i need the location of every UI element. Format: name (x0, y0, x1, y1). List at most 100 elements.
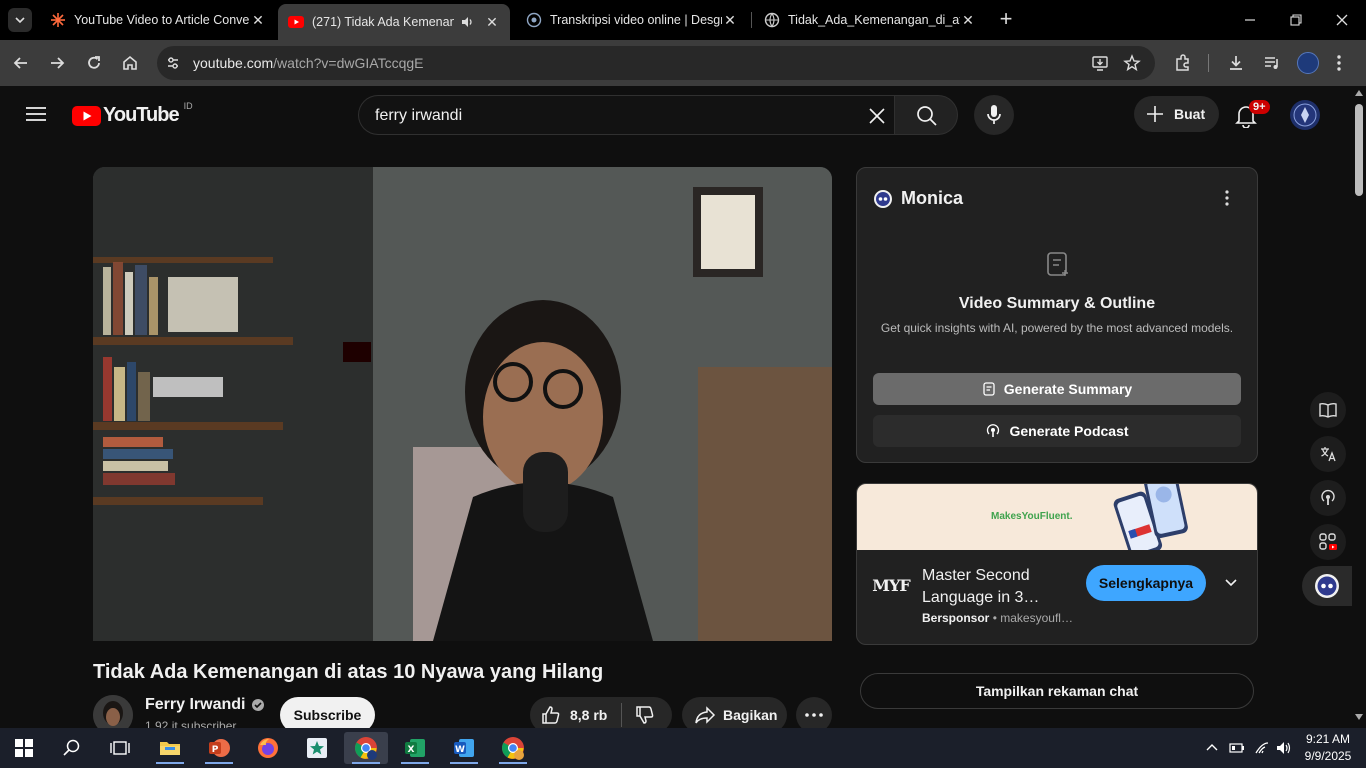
forward-icon[interactable] (48, 54, 66, 72)
youtube-logo[interactable]: YouTube ID (72, 101, 193, 127)
home-icon[interactable] (121, 54, 139, 72)
side-podcast-button[interactable] (1310, 480, 1346, 516)
more-horizontal-icon (805, 713, 823, 717)
download-icon[interactable] (1226, 53, 1246, 73)
like-button[interactable]: 8,8 rb (530, 697, 607, 728)
taskbar-chrome-profile[interactable] (491, 732, 535, 764)
tab-transkripsi[interactable]: Transkripsi video online | Desgr ✕ (516, 6, 748, 34)
side-translate-button[interactable] (1310, 436, 1346, 472)
battery-icon[interactable] (1229, 741, 1245, 755)
restore-button[interactable] (1286, 10, 1306, 30)
page-scrollbar[interactable] (1352, 86, 1366, 728)
scrollbar-thumb[interactable] (1355, 104, 1363, 196)
wifi-icon[interactable] (1254, 740, 1270, 756)
site-settings-icon[interactable] (165, 55, 181, 71)
chat-replay-button[interactable]: Tampilkan rekaman chat (860, 673, 1254, 709)
taskbar-search-button[interactable] (50, 732, 94, 764)
scroll-up-icon[interactable] (1355, 90, 1363, 96)
channel-avatar[interactable] (93, 695, 133, 728)
scroll-down-icon[interactable] (1355, 714, 1363, 720)
taskbar-explorer[interactable] (148, 732, 192, 764)
media-control-icon[interactable] (1262, 53, 1282, 73)
youtube-logo-icon (72, 105, 101, 126)
thumbs-up-icon (542, 706, 560, 724)
taskbar-powerpoint[interactable]: P (197, 732, 241, 764)
voice-search-button[interactable] (974, 95, 1014, 135)
new-tab-button[interactable]: + (994, 8, 1018, 32)
speaker-icon[interactable] (460, 15, 474, 29)
tray-overflow-icon[interactable] (1206, 743, 1218, 751)
more-menu-icon[interactable] (1336, 53, 1342, 73)
taskbar-excel[interactable]: X (393, 732, 437, 764)
search-input[interactable]: ferry irwandi (375, 107, 462, 125)
extensions-icon[interactable] (1173, 53, 1193, 73)
advertiser-logo[interactable]: MYF (872, 570, 910, 600)
browser-toolbar: youtube.com/watch?v=dwGIATccqgE (0, 40, 1366, 86)
side-monica-launcher[interactable] (1302, 566, 1352, 606)
minimize-button[interactable] (1240, 10, 1260, 30)
tab-title: (271) Tidak Ada Kemenanga (312, 15, 454, 29)
clear-search-icon[interactable] (867, 106, 887, 126)
side-apps-button[interactable] (1310, 524, 1346, 560)
generate-summary-label: Generate Summary (1003, 381, 1133, 397)
share-button[interactable]: Bagikan (682, 697, 787, 728)
search-box[interactable]: ferry irwandi (358, 95, 894, 135)
dislike-button[interactable] (622, 697, 655, 728)
close-window-button[interactable] (1332, 10, 1352, 30)
subscriber-count: 1,92 jt subscriber (145, 719, 237, 728)
generate-podcast-button[interactable]: Generate Podcast (873, 415, 1241, 447)
close-icon[interactable]: ✕ (484, 14, 500, 31)
taskbar-chrome-active[interactable] (344, 732, 388, 764)
ad-headline[interactable]: Master Second Language in 3… (922, 565, 1072, 609)
subscribe-label: Subscribe (293, 707, 362, 723)
subscribe-button[interactable]: Subscribe (280, 697, 375, 728)
search-button[interactable] (894, 95, 958, 135)
side-reader-button[interactable] (1310, 392, 1346, 428)
generate-podcast-label: Generate Podcast (1009, 423, 1129, 439)
account-avatar[interactable] (1290, 100, 1320, 130)
tab-video-to-article[interactable]: YouTube Video to Article Conve ✕ (40, 6, 276, 34)
tab-search-button[interactable] (8, 8, 32, 32)
close-icon[interactable]: ✕ (722, 12, 738, 29)
volume-icon[interactable] (1276, 741, 1292, 755)
podcast-icon (1321, 489, 1335, 505)
address-bar[interactable]: youtube.com/watch?v=dwGIATccqgE (157, 46, 1155, 80)
tab-youtube-video[interactable]: (271) Tidak Ada Kemenanga ✕ (278, 4, 510, 40)
channel-avatar-image (93, 695, 133, 728)
bookmark-star-icon[interactable] (1123, 54, 1141, 72)
sponsor-domain: makesyoufl… (1000, 611, 1073, 625)
video-player[interactable] (93, 167, 832, 641)
document-sparkle-icon (1047, 252, 1068, 276)
create-label: Buat (1174, 106, 1206, 122)
profile-avatar[interactable] (1297, 52, 1319, 74)
create-button[interactable]: Buat (1134, 96, 1219, 132)
install-app-icon[interactable] (1091, 54, 1109, 72)
close-icon[interactable]: ✕ (960, 12, 976, 29)
task-view-button[interactable] (98, 732, 142, 764)
chevron-down-icon (15, 17, 25, 24)
monica-more-icon[interactable] (1225, 190, 1229, 206)
svg-text:X: X (408, 745, 415, 755)
clock[interactable]: 9:21 AM 9/9/2025 (1298, 731, 1358, 765)
channel-name[interactable]: Ferry Irwandi (145, 696, 245, 714)
ad-banner[interactable]: MakesYouFluent. (857, 484, 1257, 550)
notifications-button[interactable]: 9+ (1233, 100, 1270, 128)
generate-summary-button[interactable]: Generate Summary (873, 373, 1241, 405)
sponsored-ad[interactable]: MakesYouFluent. MYF Master Second Langua… (856, 483, 1258, 645)
back-icon[interactable] (12, 54, 30, 72)
menu-icon[interactable] (26, 106, 46, 122)
more-actions-button[interactable] (796, 697, 832, 728)
tab-pdf-file[interactable]: Tidak_Ada_Kemenangan_di_atas ✕ (754, 6, 986, 34)
taskbar-word[interactable]: W (442, 732, 486, 764)
chevron-down-icon[interactable] (1224, 576, 1238, 590)
ad-cta-button[interactable]: Selengkapnya (1086, 565, 1206, 601)
thumbs-down-icon (636, 706, 654, 724)
taskbar-firefox[interactable] (246, 732, 290, 764)
close-icon[interactable]: ✕ (250, 12, 266, 29)
chrome-icon (502, 737, 524, 760)
reload-icon[interactable] (85, 54, 103, 72)
url-text[interactable]: youtube.com/watch?v=dwGIATccqgE (193, 55, 423, 71)
taskbar-app-star[interactable] (295, 732, 339, 764)
start-button[interactable] (2, 732, 46, 764)
tab-title: Transkripsi video online | Desgr (550, 13, 722, 27)
